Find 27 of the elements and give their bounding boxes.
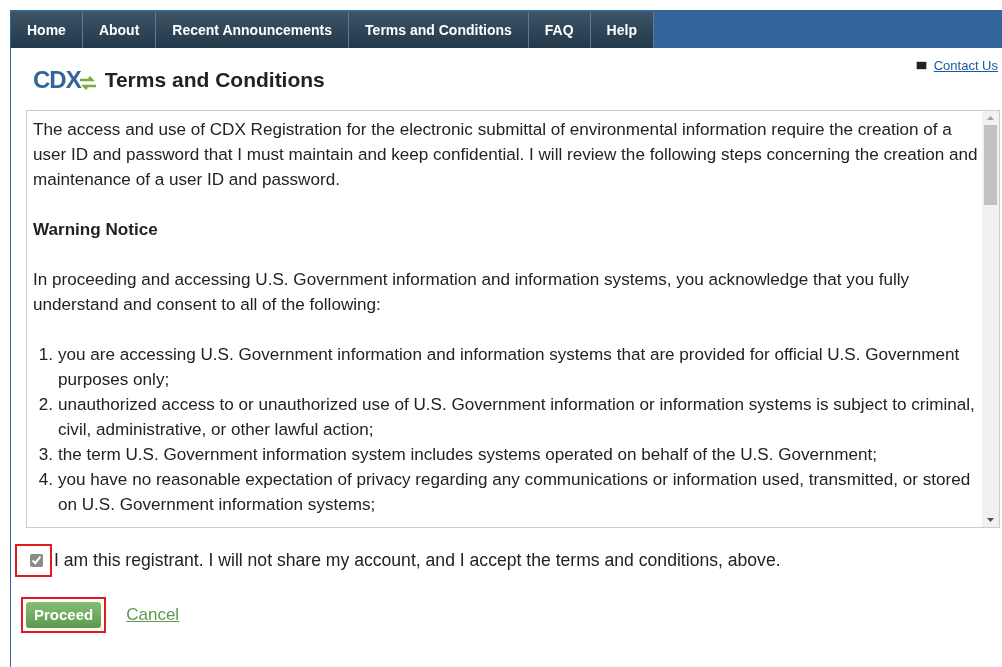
list-item: you have no reasonable expectation of privacy regarding any communications or information used, transmitted, or stored on U.S. Government information systems; [58,469,972,516]
accept-checkbox[interactable] [30,554,43,567]
list-number: 2. [37,394,54,416]
nav-tab[interactable]: Home [11,12,83,48]
lead-paragraph: In proceeding and accessing U.S. Government information and information systems, you acknowledge that you fully understand and consent to all of the following: [33,269,911,316]
nav-tab[interactable]: FAQ [528,12,591,48]
list-number: 3. [37,444,54,466]
cancel-link[interactable]: Cancel [126,602,180,628]
page-title: Terms and Conditions [104,67,325,94]
accept-label: I am this registrant. I will not share my account, and I accept the terms and conditions, above. [54,549,781,573]
list-item: the term U.S. Government information system includes systems operated on behalf of the U.S. Government; [58,444,877,466]
contact-link[interactable]: Contact Us [933,56,998,76]
warning-heading: Warning Notice [33,219,159,241]
intro-paragraph: The access and use of CDX Registration for the electronic submittal of environmental information require the creation of a user ID and password that I must maintain and keep confidential. I will review the following steps concerning the creation and maintenance of a user ID and password. [33,119,978,191]
scrollbar-thumb[interactable] [984,125,997,205]
list-item: unauthorized access to or unauthorized use of U.S. Government information or information systems is subject to criminal, civil, administrative, or other lawful action; [58,394,976,441]
scroll-up-icon[interactable] [987,116,994,120]
nav-tab[interactable]: Help [590,12,654,48]
mail-icon [914,59,928,73]
nav-tab[interactable]: About [82,12,157,48]
nav-tab[interactable]: Terms and Conditions [349,12,529,48]
list-item: you are accessing U.S. Government information and information systems that are provided for official U.S. Government purposes only; [58,344,961,391]
nav-tab[interactable]: Recent Announcements [156,12,350,48]
list-number: 1. [37,344,54,366]
list-number: 4. [37,469,54,491]
logo: CDX [33,65,81,95]
scroll-down-icon[interactable] [987,518,994,522]
